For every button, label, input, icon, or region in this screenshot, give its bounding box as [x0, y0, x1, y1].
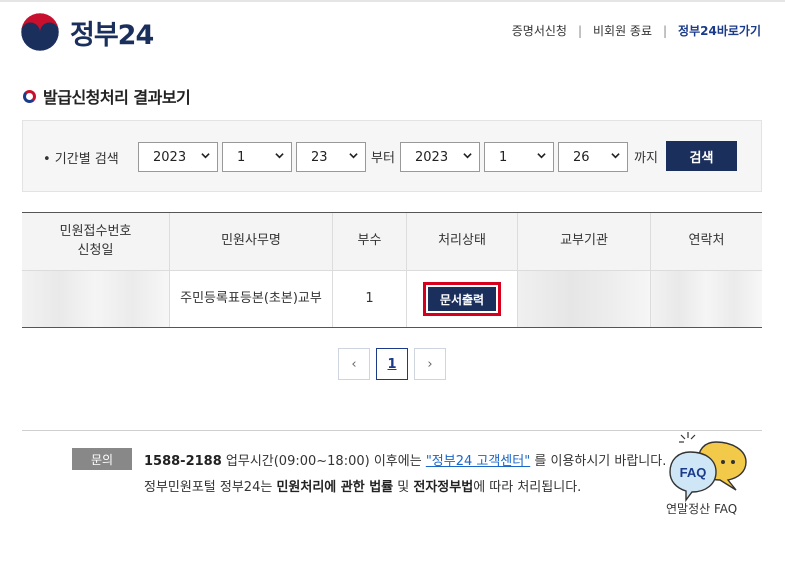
chevron-down-icon	[463, 153, 472, 159]
print-document-button[interactable]: 문서출력	[428, 287, 496, 311]
faq-label[interactable]: 연말정산 FAQ	[666, 500, 737, 517]
page-1-button[interactable]: 1	[376, 348, 408, 380]
to-month-select[interactable]: 1	[484, 142, 554, 172]
prev-page-button[interactable]: ‹	[338, 348, 370, 380]
legal-text-d: 전자정부법	[413, 480, 474, 495]
to-day-value: 26	[573, 149, 590, 165]
chevron-down-icon	[275, 153, 284, 159]
nav-cert-apply[interactable]: 증명서신청	[512, 22, 567, 39]
top-nav: 증명서신청 | 비회원 종료 | 정부24바로가기	[512, 22, 761, 39]
next-page-button[interactable]: ›	[414, 348, 446, 380]
cell-contact-redacted	[651, 271, 762, 327]
legal-text-a: 정부민원포털 정부24는	[144, 480, 277, 495]
highlight-box: 문서출력	[423, 282, 501, 316]
chevron-down-icon	[349, 153, 358, 159]
header-service-name: 민원사무명	[170, 213, 333, 270]
from-suffix: 부터	[371, 151, 395, 166]
pagination: ‹ 1 ›	[338, 348, 446, 380]
section-title: 발급신청처리 결과보기	[23, 84, 191, 108]
from-day-select[interactable]: 23	[296, 142, 366, 172]
header-status: 처리상태	[407, 213, 518, 270]
cell-copies: 1	[333, 271, 407, 327]
period-search-label: • 기간별 검색	[43, 152, 119, 167]
cell-receipt-no-redacted	[22, 271, 170, 327]
search-button[interactable]: 검색	[666, 141, 737, 171]
circle-bullet-icon	[23, 89, 36, 103]
nav-separator: |	[577, 23, 582, 38]
chevron-down-icon	[537, 153, 546, 159]
redacted-area	[22, 271, 169, 327]
from-day-value: 23	[311, 149, 328, 165]
to-year-select[interactable]: 2023	[400, 142, 480, 172]
faq-badge-text: FAQ	[680, 465, 707, 480]
redacted-area	[651, 271, 762, 327]
to-suffix: 까지	[634, 151, 658, 166]
top-border	[0, 0, 785, 2]
logo-text: 정부24	[70, 19, 154, 51]
nav-gov24-shortcut[interactable]: 정부24바로가기	[678, 22, 761, 39]
footer-legal-line: 정부민원포털 정부24는 민원처리에 관한 법률 및 전자정부법에 따라 처리됩…	[144, 476, 581, 495]
cell-agency-redacted	[518, 271, 651, 327]
result-table: 민원접수번호 신청일 민원사무명 부수 처리상태 교부기관 연락처 주민등록표등…	[22, 212, 762, 328]
to-month-value: 1	[499, 149, 508, 165]
legal-text-e: 에 따라 처리됩니다.	[473, 480, 582, 495]
redacted-area	[518, 271, 650, 327]
from-year-value: 2023	[153, 149, 187, 165]
hours-text: 업무시간(09:00~18:00) 이후에는	[221, 454, 426, 469]
legal-text-b: 민원처리에 관한 법률	[276, 480, 394, 495]
search-panel: • 기간별 검색 2023 1 23 부터 2023 1 26 까지 검색	[22, 120, 762, 192]
from-month-value: 1	[237, 149, 246, 165]
footer-contact-line: 1588-2188 업무시간(09:00~18:00) 이후에는 "정부24 고…	[144, 450, 666, 469]
legal-text-c: 및	[393, 480, 414, 495]
chevron-down-icon	[611, 153, 620, 159]
header-apply-date-label: 신청일	[77, 242, 114, 258]
table-row: 주민등록표등본(초본)교부 1 문서출력	[22, 271, 762, 328]
header-contact: 연락처	[688, 233, 725, 249]
cell-service-name: 주민등록표등본(초본)교부	[170, 271, 333, 327]
after-link-text: 를 이용하시기 바랍니다.	[530, 454, 667, 469]
gov24-logo[interactable]: 정부24	[20, 12, 154, 52]
header-receipt-no: 민원접수번호 신청일	[22, 213, 170, 270]
from-year-select[interactable]: 2023	[138, 142, 218, 172]
inquiry-badge: 문의	[72, 448, 132, 470]
table-header-row: 민원접수번호 신청일 민원사무명 부수 처리상태 교부기관 연락처	[22, 213, 762, 271]
header-copies: 부수	[333, 213, 407, 270]
page-title: 발급신청처리 결과보기	[43, 88, 191, 107]
to-year-value: 2023	[415, 149, 449, 165]
chevron-down-icon	[201, 153, 210, 159]
nav-guest-logout[interactable]: 비회원 종료	[593, 22, 652, 39]
header-receipt-no-label: 민원접수번호	[59, 223, 132, 239]
to-day-select[interactable]: 26	[558, 142, 628, 172]
nav-separator: |	[663, 23, 668, 38]
cell-status: 문서출력	[407, 271, 518, 327]
footer-divider	[22, 430, 762, 431]
header-issuing-agency: 교부기관	[518, 213, 651, 270]
phone-number: 1588-2188	[144, 454, 222, 469]
from-month-select[interactable]: 1	[222, 142, 292, 172]
taegeuk-icon	[20, 12, 60, 52]
customer-center-link[interactable]: "정부24 고객센터"	[426, 454, 530, 469]
